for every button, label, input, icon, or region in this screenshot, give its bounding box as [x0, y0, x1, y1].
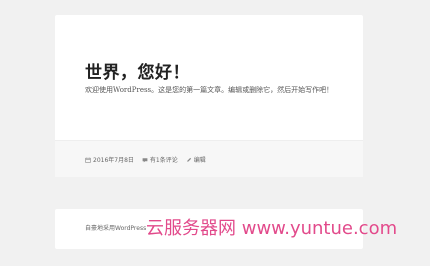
calendar-icon [85, 157, 91, 163]
edit-link[interactable]: 编辑 [186, 155, 206, 164]
post-meta: 2016年7月8日 有1条评论 编辑 [85, 155, 206, 164]
comments-link[interactable]: 有1条评论 [142, 155, 178, 164]
watermark-text: 云服务器网 www.yuntue.com [146, 218, 398, 239]
pencil-icon [186, 157, 192, 163]
comments-label[interactable]: 有1条评论 [150, 155, 178, 164]
post-date[interactable]: 2016年7月8日 [85, 155, 134, 164]
wordpress-credit[interactable]: 自豪地采用WordPress [85, 223, 146, 232]
edit-label[interactable]: 编辑 [194, 155, 206, 164]
post-title[interactable]: 世界，您好！ [85, 58, 190, 83]
post-card: 世界，您好！ 欢迎使用WordPress。这是您的第一篇文章。编辑或删除它，然后… [55, 15, 363, 177]
post-body: 欢迎使用WordPress。这是您的第一篇文章。编辑或删除它，然后开始写作吧！ [85, 86, 334, 94]
comment-icon [142, 157, 148, 163]
post-date-label[interactable]: 2016年7月8日 [93, 155, 134, 164]
post-meta-bar: 2016年7月8日 有1条评论 编辑 [55, 140, 363, 177]
